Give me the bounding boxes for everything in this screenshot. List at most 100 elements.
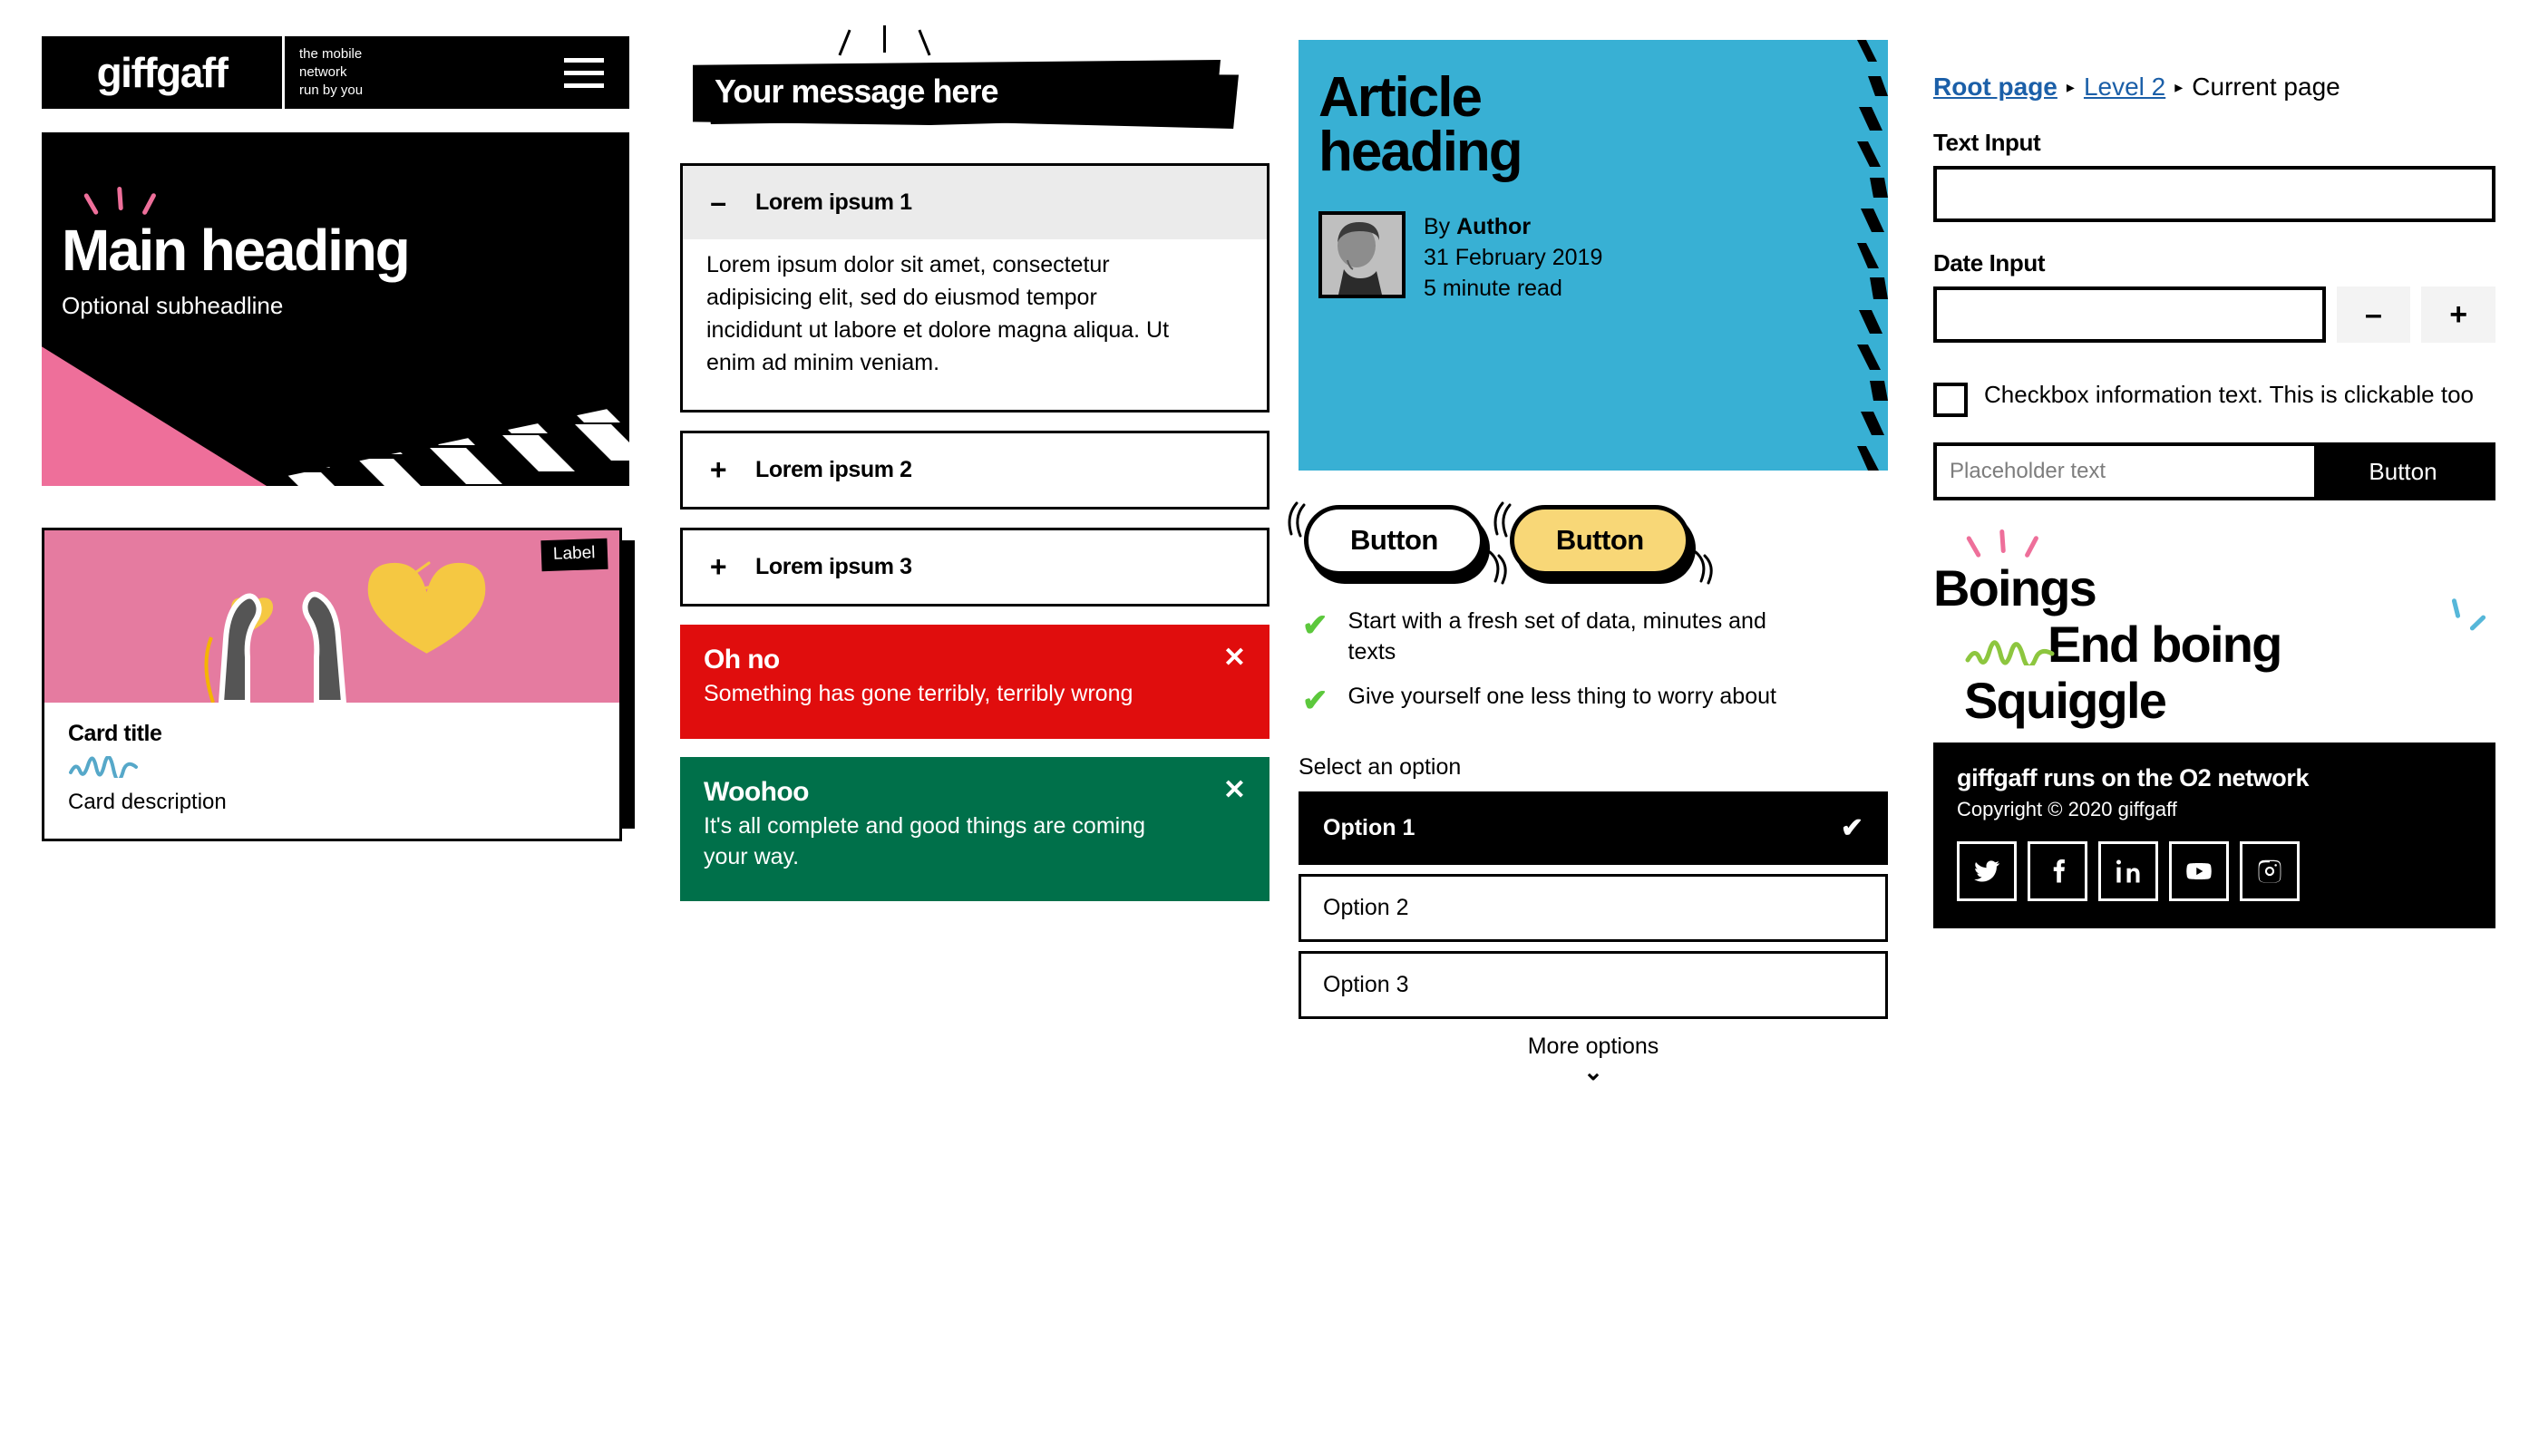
inline-submit-button[interactable]: Button	[2314, 446, 2492, 497]
alert-success-message: It's all complete and good things are co…	[704, 812, 1145, 869]
primary-button-wrap: Button	[1493, 501, 1713, 585]
instagram-icon[interactable]	[2240, 841, 2300, 901]
boing-marks-icon	[1965, 529, 2067, 560]
hero-banner: Main heading Optional subheadline	[42, 132, 629, 486]
hero-heading: Main heading	[62, 218, 411, 283]
article-author-line: By Author	[1424, 211, 1602, 242]
accordion-label-2: Lorem ipsum 2	[755, 457, 912, 482]
social-links	[1957, 841, 2472, 901]
twitter-icon[interactable]	[1957, 841, 2017, 901]
squiggle-icon	[68, 755, 596, 782]
inline-text-input[interactable]	[1937, 446, 2314, 497]
article-meta: By Author 31 February 2019 5 minute read	[1299, 179, 1888, 304]
breadcrumb-level2-link[interactable]: Level 2	[2084, 73, 2165, 102]
linkedin-icon[interactable]	[2098, 841, 2158, 901]
site-header: giffgaff the mobile network run by you	[42, 36, 629, 109]
accordion-item: – Lorem ipsum 1 Lorem ipsum dolor sit am…	[680, 163, 1270, 413]
date-input-row: – +	[1933, 286, 2495, 343]
brand-tagline: the mobile network run by you	[285, 36, 564, 109]
primary-button[interactable]: Button	[1509, 505, 1690, 576]
secondary-button-wrap: Button	[1288, 501, 1507, 585]
benefit-text: Give yourself one less thing to worry ab…	[1347, 684, 1776, 709]
boing-right-icon	[1488, 550, 1507, 585]
end-boing-marks-icon	[2448, 597, 2503, 635]
squiggle-icon	[1964, 640, 2058, 670]
squiggle-word: Squiggle	[1964, 672, 2167, 729]
column-article: Article heading By Author 31 February 20…	[1288, 40, 1888, 1086]
logo-container[interactable]: giffgaff	[42, 36, 285, 109]
option-item-1[interactable]: Option 1 ✔	[1299, 791, 1888, 865]
option-item-2[interactable]: Option 2	[1299, 874, 1888, 942]
plus-icon: +	[709, 550, 727, 583]
check-icon: ✔	[1302, 684, 1328, 718]
spark-marks-icon	[834, 25, 961, 62]
article-heading: Article heading	[1318, 66, 1523, 183]
author-avatar	[1318, 211, 1406, 299]
date-input-label: Date Input	[1933, 249, 2046, 277]
check-icon: ✔	[1302, 608, 1328, 643]
column-brand: giffgaff the mobile network run by you M…	[42, 36, 635, 841]
chevron-edge-decoration	[1857, 40, 1888, 471]
alert-success: Woohoo It's all complete and good things…	[680, 756, 1270, 902]
button-row: Button Button	[1288, 501, 1888, 585]
accordion-header-2[interactable]: + Lorem ipsum 2	[683, 433, 1267, 507]
accordion: – Lorem ipsum 1 Lorem ipsum dolor sit am…	[680, 163, 1270, 607]
card-description: Card description	[68, 790, 227, 814]
tagline-line-1: the mobile	[299, 45, 363, 62]
decrement-button[interactable]: –	[2336, 286, 2411, 343]
secondary-button[interactable]: Button	[1304, 505, 1484, 576]
option-item-3[interactable]: Option 3	[1299, 951, 1888, 1019]
burger-bar	[564, 70, 604, 75]
option-selector: Select an option Option 1 ✔ Option 2 Opt…	[1299, 754, 1888, 1086]
list-item: ✔ Give yourself one less thing to worry …	[1302, 682, 1888, 716]
plus-icon: +	[709, 453, 727, 486]
hero-subheadline: Optional subheadline	[62, 292, 284, 319]
giffgaff-logo: giffgaff	[96, 49, 229, 96]
increment-button[interactable]: +	[2421, 286, 2495, 343]
message-banner: Your message here	[680, 25, 1270, 143]
alert-error-message: Something has gone terribly, terribly wr…	[704, 681, 1133, 706]
close-icon[interactable]: ✕	[1223, 776, 1246, 804]
select-label: Select an option	[1299, 754, 1462, 780]
benefits-list: ✔ Start with a fresh set of data, minute…	[1299, 607, 1888, 716]
boings-showcase: Boings End boing Squiggle	[1933, 529, 2495, 729]
burger-bar	[564, 57, 604, 63]
list-item: ✔ Start with a fresh set of data, minute…	[1302, 607, 1888, 667]
accordion-header-3[interactable]: + Lorem ipsum 3	[683, 530, 1267, 604]
date-input[interactable]	[1933, 286, 2326, 343]
facebook-icon[interactable]	[2028, 841, 2087, 901]
column-forms: Root page ▸ Level 2 ▸ Current page Text …	[1933, 73, 2495, 928]
tagline-line-3: run by you	[299, 83, 364, 99]
card-image: Label	[44, 530, 619, 703]
checkbox-input[interactable]	[1933, 383, 1968, 417]
option-label-3: Option 3	[1323, 972, 1409, 997]
checkbox-row[interactable]: Checkbox information text. This is click…	[1933, 379, 2495, 417]
chevron-right-icon: ▸	[2066, 77, 2075, 96]
accordion-header-1[interactable]: – Lorem ipsum 1	[683, 166, 1267, 239]
benefit-text: Start with a fresh set of data, minutes …	[1347, 608, 1766, 665]
breadcrumb-root-link[interactable]: Root page	[1933, 73, 2057, 102]
card-title: Card title	[68, 721, 162, 746]
text-input[interactable]	[1933, 166, 2495, 222]
chevron-pattern-decoration	[239, 368, 629, 486]
accordion-body-1: Lorem ipsum dolor sit amet, consectetur …	[706, 252, 1170, 375]
youtube-icon[interactable]	[2169, 841, 2229, 901]
tagline-line-2: network	[299, 63, 347, 80]
chevron-down-icon[interactable]: ⌄	[1299, 1058, 1888, 1086]
message-banner-box: Your message here	[693, 60, 1221, 125]
message-banner-text: Your message here	[715, 73, 998, 110]
breadcrumb-current: Current page	[2192, 73, 2340, 101]
article-author: Author	[1456, 214, 1532, 240]
alert-error-title: Oh no	[704, 645, 780, 675]
text-input-label: Text Input	[1933, 129, 2041, 156]
close-icon[interactable]: ✕	[1223, 645, 1246, 672]
page-root: giffgaff the mobile network run by you M…	[0, 0, 2539, 1456]
by-prefix: By	[1424, 214, 1457, 240]
hamburger-menu-icon[interactable]	[564, 36, 629, 109]
boing-marks-icon	[83, 186, 194, 218]
content-card[interactable]: Label Card title Card description	[42, 528, 635, 841]
more-options-button[interactable]: More options	[1299, 1034, 1888, 1060]
alert-success-title: Woohoo	[704, 776, 809, 807]
checkbox-label[interactable]: Checkbox information text. This is click…	[1984, 379, 2474, 411]
footer-title: giffgaff runs on the O2 network	[1957, 764, 2310, 791]
